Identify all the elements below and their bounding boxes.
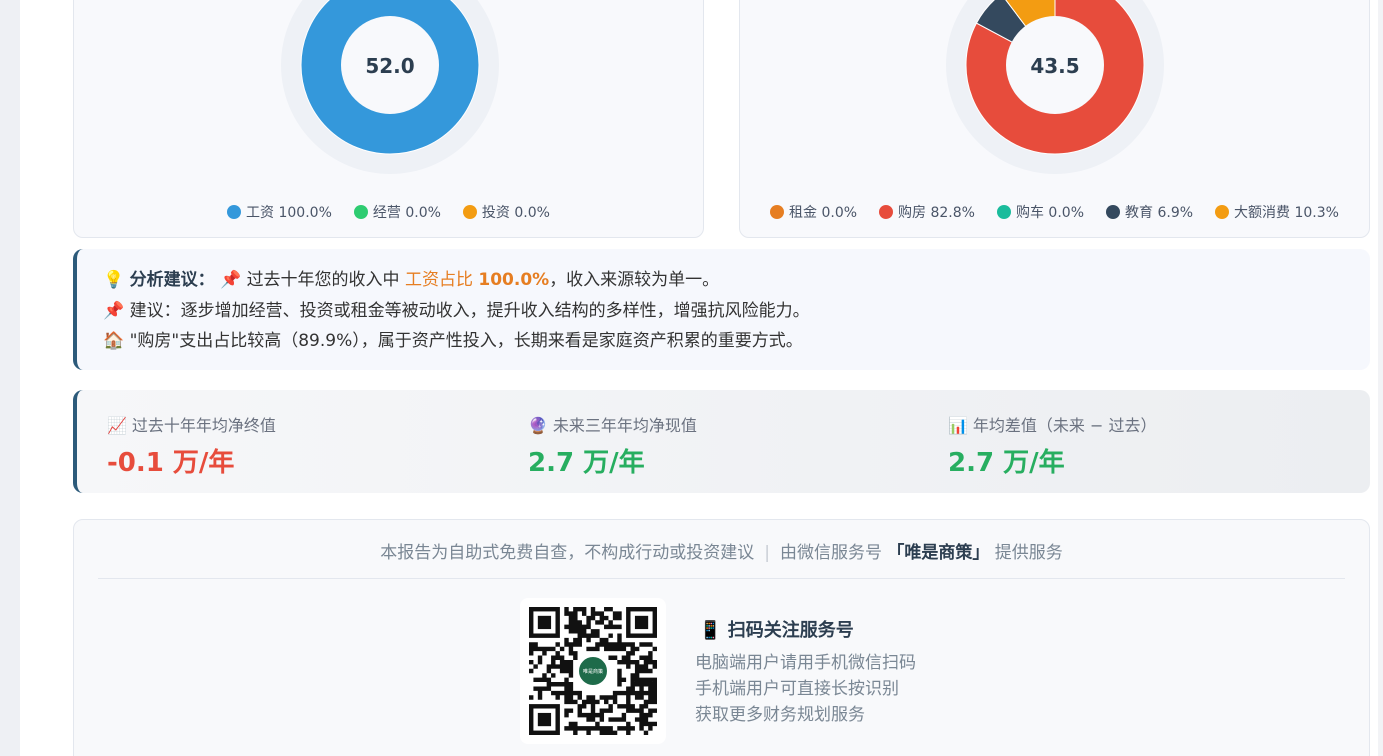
legend-label: 教育 6.9% [1125,205,1194,221]
wechat-qr-code[interactable]: 唯是商策 [520,598,666,744]
scan-instruction-line: 电脑端用户请用手机微信扫码 [695,653,916,673]
expense-legend-item[interactable]: 购车 0.0% [996,202,1085,222]
metric-label: 未来三年年均净现值 [552,416,697,435]
analysis-title: 分析建议： [129,270,215,290]
income-structure-card: 52.0 工资 100.0% 经营 0.0% 投资 0.0% [73,0,704,238]
legend-label: 经营 0.0% [372,205,441,221]
metric-annual-difference: 📊 年均差值（未来 − 过去） 2.7 万/年 [948,412,1157,479]
scan-instruction-line: 获取更多财务规划服务 [695,705,865,725]
analysis-suggestion-box: 💡 分析建议： 📌 过去十年您的收入中 工资占比 100.0%，收入来源较为单一… [73,249,1370,370]
analysis-line-2: 📌 建议：逐步增加经营、投资或租金等被动收入，提升收入结构的多样性，增强抗风险能… [103,296,1370,327]
income-legend-item[interactable]: 工资 100.0% [227,202,332,222]
scan-instruction-line: 手机端用户可直接长按识别 [695,679,899,699]
analysis-line3-text: "购房"支出占比较高（89.9%），属于资产性投入，长期来看是家庭资产积累的重要… [129,331,803,351]
disclaimer-text: 本报告为自助式免费自查，不构成行动或投资建议 [380,543,755,563]
crystal-ball-icon: 🔮 [528,416,548,435]
legend-label: 工资 100.0% [246,205,332,221]
analysis-line-3: 🏠 "购房"支出占比较高（89.9%），属于资产性投入，长期来看是家庭资产积累的… [103,326,1370,357]
expense-legend-item[interactable]: 大额消费 10.3% [1215,202,1339,222]
legend-label: 购房 82.8% [898,205,975,221]
metric-value: 2.7 万/年 [528,448,645,478]
legend-label: 租金 0.0% [789,205,858,221]
left-edge-panel [0,0,20,756]
legend-dot-icon [462,205,477,219]
income-legend-item[interactable]: 经营 0.0% [353,202,441,222]
legend-dot-icon [1215,205,1230,219]
legend-dot-icon [879,205,894,219]
metric-future-three-years: 🔮 未来三年年均净现值 2.7 万/年 [528,412,697,479]
analysis-line-1: 💡 分析建议： 📌 过去十年您的收入中 工资占比 100.0%，收入来源较为单一… [103,265,1370,296]
expense-legend-item[interactable]: 购房 82.8% [879,202,975,222]
income-legend-item[interactable]: 投资 0.0% [462,202,550,222]
lightbulb-icon: 💡 [103,270,125,290]
metric-value: 2.7 万/年 [948,448,1065,478]
income-legend: 工资 100.0% 经营 0.0% 投资 0.0% [74,202,703,222]
analysis-line1-pre: 过去十年您的收入中 [246,270,400,290]
annual-metrics-panel: 📈 过去十年年均净终值 -0.1 万/年 🔮 未来三年年均净现值 2.7 万/年 📊… [73,390,1370,493]
bar-chart-icon: 📊 [948,416,968,435]
expense-center-value: 43.5 [1030,54,1079,78]
disclaimer-line: 本报告为自助式免费自查，不构成行动或投资建议 | 由微信服务号 「唯是商策」 提供服… [74,538,1369,563]
service-name: 「唯是商策」 [887,543,990,563]
expense-legend: 租金 0.0% 购房 82.8% 购车 0.0% 教育 6.9% 大额消费 10.3% [740,202,1369,222]
legend-dot-icon [1106,205,1121,219]
scan-instructions: 电脑端用户请用手机微信扫码 手机端用户可直接长按识别 获取更多财务规划服务 [695,650,916,728]
qr-code-icon: 唯是商策 [529,607,657,735]
house-icon: 🏠 [103,331,125,351]
service-pre: 由微信服务号 [779,543,882,563]
qr-finder-pattern [537,712,552,727]
metric-past-ten-years: 📈 过去十年年均净终值 -0.1 万/年 [107,412,276,479]
analysis-line2-text: 建议：逐步增加经营、投资或租金等被动收入，提升收入结构的多样性，增强抗风险能力。 [129,300,810,321]
metric-value: -0.1 万/年 [107,448,235,478]
right-edge-panel [1378,0,1383,756]
divider [98,578,1345,579]
salary-share-highlight: 工资占比 100.0% [405,270,549,290]
legend-label: 大额消费 10.3% [1234,205,1339,221]
scan-title-row: 📱 扫码关注服务号 [699,616,854,642]
pin-icon: 📌 [103,300,125,321]
qr-logo-text: 唯是商策 [583,668,603,675]
legend-dot-icon [353,205,368,219]
expense-legend-item[interactable]: 租金 0.0% [770,202,857,222]
service-post: 提供服务 [994,543,1063,563]
chart-up-icon: 📈 [107,416,127,435]
scan-title: 扫码关注服务号 [727,620,854,641]
legend-dot-icon [770,205,785,219]
salary-share-value: 100.0% [478,270,550,290]
legend-dot-icon [996,205,1011,219]
phone-icon: 📱 [699,620,722,641]
pin-icon: 📌 [219,270,242,290]
legend-label: 投资 0.0% [481,205,550,221]
metric-label: 年均差值（未来 − 过去） [972,416,1157,435]
report-footer: 本报告为自助式免费自查，不构成行动或投资建议 | 由微信服务号 「唯是商策」 提供服… [73,519,1370,756]
metric-label: 过去十年年均净终值 [131,416,276,435]
analysis-line1-post: ，收入来源较为单一。 [549,270,720,290]
salary-share-label: 工资占比 [404,270,473,290]
separator: | [764,543,770,563]
qr-finder-pattern [537,615,552,630]
legend-label: 购车 0.0% [1015,205,1085,221]
income-center-value: 52.0 [365,54,414,78]
expense-legend-item[interactable]: 教育 6.9% [1106,202,1193,222]
legend-dot-icon [227,205,242,219]
qr-finder-pattern [634,615,649,630]
expense-structure-card: 43.5 租金 0.0% 购房 82.8% 购车 0.0% 教育 6.9% 大额消费 1… [739,0,1370,238]
